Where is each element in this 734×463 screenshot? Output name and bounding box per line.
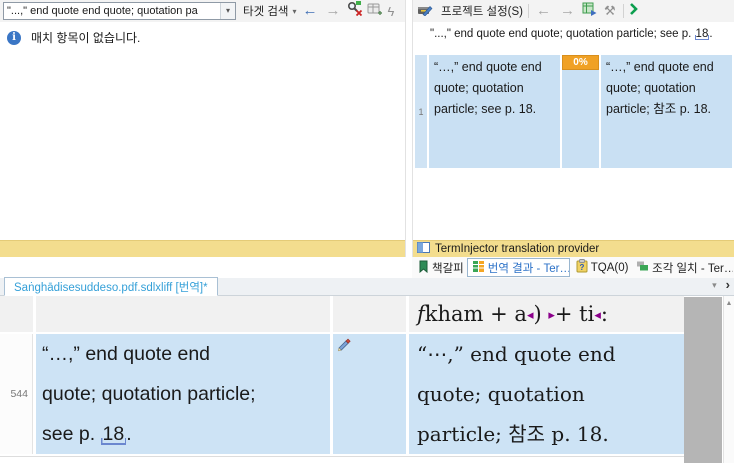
source-text: . (126, 423, 132, 445)
toolbar-overflow-chevron-icon[interactable] (629, 2, 638, 20)
tab-bookmarks[interactable]: 책갈피 (413, 258, 465, 277)
source-text: see p. (42, 423, 101, 445)
source-page-reference: 18 (102, 423, 125, 445)
results-forward-icon[interactable]: → (558, 2, 577, 20)
search-result-message-row: i 매치 항목이 없습니다. (0, 22, 405, 53)
provider-banner-text: TermInjector translation provider (435, 243, 600, 255)
draft-pencil-icon (336, 338, 351, 356)
tqa-clipboard-icon: ? (576, 259, 588, 276)
search-toolbar: "...," end quote end quote; quotation pa… (0, 0, 405, 22)
tab-tqa[interactable]: ? TQA(0) (572, 258, 629, 277)
search-query-value[interactable]: "...," end quote end quote; quotation pa (4, 3, 220, 19)
segment-source-cell[interactable]: “…,” end quote end quote; quotation part… (36, 334, 330, 454)
results-toolbar: 프로젝트 설정(S) ← → ⚒ (413, 0, 734, 22)
target-text: : (600, 302, 608, 326)
target-text: kham + a (424, 302, 527, 326)
prev-segment-gutter (0, 296, 33, 332)
tm-match-source[interactable]: “…,” end quote end quote; quotation part… (429, 55, 560, 168)
target-line: “⋯,” end quote end (417, 342, 616, 366)
translation-editor-grid: fkham + a◂) ▸+ ti◂: 544 “…,” end quote e… (0, 296, 734, 463)
segment-target-cell[interactable]: “⋯,” end quote end quote; quotation part… (409, 334, 684, 454)
provider-window-icon (417, 242, 430, 256)
tm-match-row[interactable]: 1 “…,” end quote end quote; quotation pa… (415, 55, 732, 168)
pali-italic-text: f (417, 302, 425, 326)
target-line: quote; quotation (417, 382, 585, 406)
search-forward-icon[interactable]: → (324, 2, 343, 20)
source-line: quote; quotation particle; (42, 383, 256, 405)
next-segment-row-partial (0, 456, 684, 463)
lookup-source-text: "...," end quote end quote; quotation pa… (430, 28, 695, 40)
application-window: "...," end quote end quote; quotation pa… (0, 0, 734, 463)
add-to-table-icon[interactable] (367, 2, 382, 21)
bookmark-icon (417, 260, 429, 276)
translation-results-icon (472, 260, 485, 276)
target-search-caret-icon[interactable]: ▾ (293, 7, 297, 16)
target-text: + ti (554, 302, 595, 326)
segment-number-gutter: 544 (0, 334, 33, 454)
prev-segment-source-cell[interactable] (36, 296, 330, 332)
document-structure-column (684, 297, 722, 463)
concordance-search-pane: "...," end quote end quote; quotation pa… (0, 0, 406, 257)
target-search-button[interactable]: 타겟 검색 (243, 3, 289, 19)
tab-label: 번역 결과 - Ter… (487, 262, 570, 275)
lookup-source-period: . (709, 28, 713, 40)
tab-fragment-matches[interactable]: 조각 일치 - Ter… (631, 258, 733, 277)
document-tab-label: Saṅghādisesuddeso.pdf.sdlxliff [번역]* (14, 281, 208, 294)
tm-match-target[interactable]: “…,” end quote end quote; quotation part… (601, 55, 732, 168)
prev-segment-target-cell[interactable]: fkham + a◂) ▸+ ti◂: (409, 296, 684, 332)
tab-list-dropdown-icon[interactable]: ▾ (712, 280, 717, 291)
segment-status-cell (333, 334, 406, 454)
project-settings-icon[interactable] (417, 2, 433, 21)
tab-label: 책갈피 (432, 262, 464, 275)
tab-translation-results[interactable]: 번역 결과 - Ter… (466, 258, 570, 277)
document-tab-row: Saṅghādisesuddeso.pdf.sdlxliff [번역]* ▾ › (0, 277, 734, 296)
toolbar-tools-icon[interactable]: ⚒ (602, 3, 618, 19)
search-query-combobox[interactable]: "...," end quote end quote; quotation pa… (3, 2, 236, 20)
toolbar-separator (622, 4, 624, 18)
tab-label: 조각 일치 - Ter… (652, 262, 734, 275)
tm-match-score-badge: 0% (562, 55, 599, 70)
source-line: “…,” end quote end (42, 343, 211, 365)
add-translation-memory-icon[interactable] (582, 2, 597, 21)
lookup-page-reference: 18 (695, 28, 709, 40)
tm-match-number: 1 (415, 55, 427, 168)
info-icon: i (7, 30, 21, 45)
quick-insert-lightning-icon[interactable]: ϟ (386, 4, 397, 19)
search-back-icon[interactable]: ← (301, 2, 320, 20)
segment-number: 544 (10, 388, 28, 400)
document-tab-overflow-controls: ▾ › (712, 278, 730, 291)
no-match-message: 매치 항목이 없습니다. (31, 31, 141, 45)
project-settings-button[interactable]: 프로젝트 설정(S) (441, 3, 523, 19)
toolbar-separator (528, 4, 530, 18)
provider-banner: TermInjector translation provider (413, 240, 734, 257)
results-back-icon[interactable]: ← (534, 2, 553, 20)
left-status-strip (0, 240, 405, 257)
panel-tab-strip: 책갈피 번역 결과 - Ter… ? TQA(0) 조각 일치 - Ter… (412, 257, 734, 278)
clear-search-icon[interactable] (347, 1, 363, 21)
fragment-match-icon (635, 260, 649, 275)
editor-vertical-scrollbar[interactable]: ▲ (723, 296, 734, 463)
translation-results-pane: 프로젝트 설정(S) ← → ⚒ "...," end quote end qu… (412, 0, 734, 257)
prev-segment-status-cell (333, 296, 406, 332)
tm-match-score-column: 0% (562, 55, 599, 168)
document-tab[interactable]: Saṅghādisesuddeso.pdf.sdlxliff [번역]* (4, 277, 218, 296)
lookup-source-line: "...," end quote end quote; quotation pa… (413, 22, 734, 40)
target-line: particle; 참조 p. 18. (417, 422, 609, 446)
svg-text:?: ? (579, 263, 584, 272)
combobox-dropdown-icon[interactable]: ▾ (220, 3, 235, 19)
scroll-up-icon[interactable]: ▲ (724, 296, 734, 307)
source-line: see p. 18. (42, 414, 330, 454)
target-text: ) (533, 302, 549, 326)
tab-scroll-next-icon[interactable]: › (726, 278, 730, 291)
tab-label: TQA(0) (590, 261, 629, 274)
